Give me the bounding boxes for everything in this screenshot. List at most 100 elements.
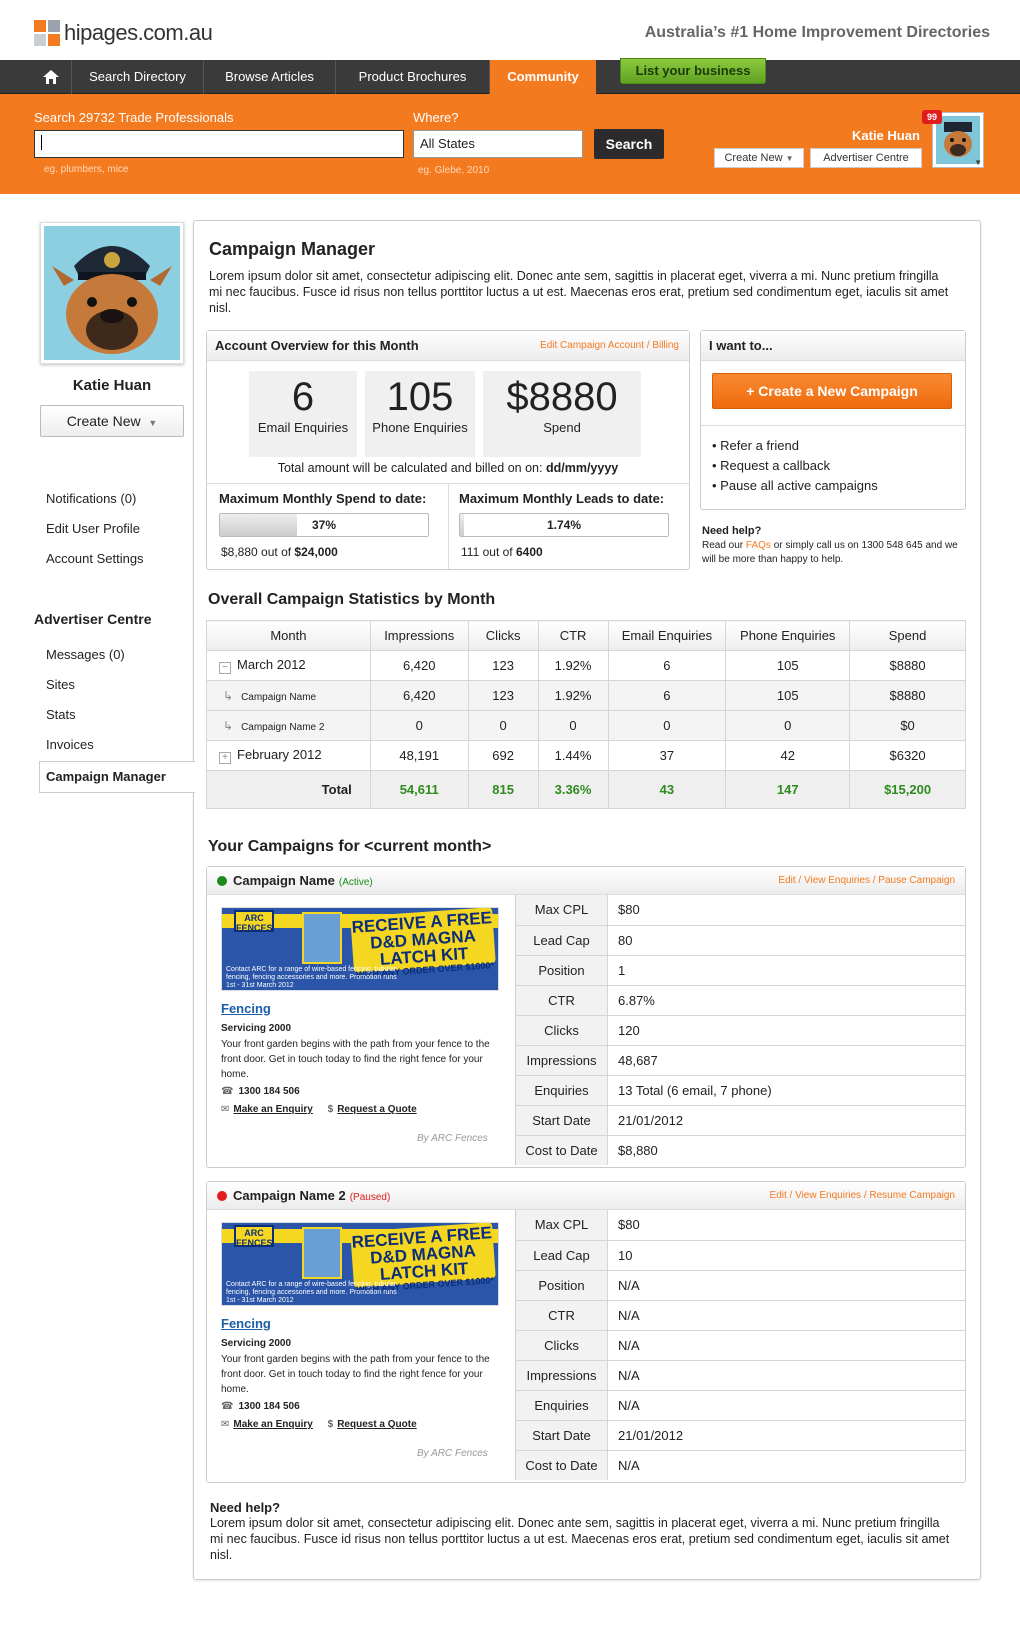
detail-value: 80 bbox=[607, 925, 966, 956]
stats-title: Overall Campaign Statistics by Month bbox=[208, 591, 496, 608]
ad-links: ✉ Make an Enquiry $ Request a Quote bbox=[221, 1419, 429, 1430]
campaign-actions-link[interactable]: Edit / View Enquiries / Resume Campaign bbox=[770, 1190, 955, 1201]
stat-spend: $8880 Spend bbox=[483, 371, 641, 457]
ad-title-link[interactable]: Fencing bbox=[221, 1316, 271, 1331]
spend-percent: 37% bbox=[311, 518, 337, 532]
leads-current: 111 bbox=[461, 545, 480, 559]
search-button[interactable]: Search bbox=[594, 129, 664, 159]
leads-title: Maximum Monthly Leads to date: bbox=[459, 491, 665, 506]
collapse-icon[interactable]: − bbox=[219, 662, 231, 674]
col-header[interactable]: Impressions bbox=[369, 620, 469, 651]
stat-value: 6 bbox=[291, 375, 315, 419]
create-campaign-button[interactable]: + Create a New Campaign bbox=[712, 373, 952, 409]
make-enquiry-link[interactable]: Make an Enquiry bbox=[233, 1419, 312, 1430]
stat-label: Email Enquiries bbox=[257, 420, 349, 435]
cell: 1.44% bbox=[537, 740, 609, 771]
sidebar-item-messages[interactable]: Messages (0) bbox=[46, 647, 125, 662]
nav-browse-articles[interactable]: Browse Articles bbox=[204, 60, 336, 94]
col-header[interactable]: Phone Enquiries bbox=[725, 620, 851, 651]
ad-links: ✉ Make an Enquiry $ Request a Quote bbox=[221, 1104, 429, 1115]
sidebar-item-notifications[interactable]: Notifications (0) bbox=[46, 491, 136, 506]
cell: 105 bbox=[725, 680, 851, 711]
nav-home[interactable] bbox=[30, 60, 72, 94]
campaign-header: Campaign Name (Active) Edit / View Enquir… bbox=[207, 867, 965, 895]
detail-key: Enquiries bbox=[515, 1390, 608, 1421]
advertiser-centre-heading: Advertiser Centre bbox=[34, 611, 152, 627]
detail-row: Max CPL $80 bbox=[515, 895, 966, 926]
detail-key: Start Date bbox=[515, 1105, 608, 1136]
spend-amount: $8,880 out of $24,000 bbox=[221, 545, 338, 559]
cell: 0 bbox=[369, 710, 469, 741]
table-row: − March 2012 6,420 123 1.92% 6 105 $8880 bbox=[206, 650, 966, 681]
month-name: March 2012 bbox=[237, 657, 306, 672]
col-header[interactable]: Clicks bbox=[467, 620, 539, 651]
col-header[interactable]: CTR bbox=[537, 620, 609, 651]
sidebar-item-account-settings[interactable]: Account Settings bbox=[46, 551, 144, 566]
request-quote-link[interactable]: Request a Quote bbox=[337, 1419, 416, 1430]
detail-row: Lead Cap 10 bbox=[515, 1240, 966, 1271]
nav-community[interactable]: Community bbox=[490, 60, 596, 94]
make-enquiry-link[interactable]: Make an Enquiry bbox=[233, 1104, 312, 1115]
user-name[interactable]: Katie Huan bbox=[852, 128, 920, 143]
sidebar-create-new-button[interactable]: Create New ▼ bbox=[40, 405, 184, 437]
detail-value: 21/01/2012 bbox=[607, 1420, 966, 1451]
site-logo[interactable]: hipages.com.au bbox=[34, 18, 213, 48]
refer-friend-link[interactable]: • Refer a friend bbox=[712, 438, 799, 453]
phone-icon: ☎ bbox=[221, 1401, 234, 1412]
where-input[interactable]: All States bbox=[413, 130, 583, 158]
pause-campaigns-link[interactable]: • Pause all active campaigns bbox=[712, 478, 878, 493]
campaigns-title: Your Campaigns for <current month> bbox=[208, 838, 492, 855]
notification-badge[interactable]: 99 bbox=[922, 110, 942, 124]
site-tagline: Australia’s #1 Home Improvement Director… bbox=[644, 24, 990, 41]
chevron-down-icon: ▼ bbox=[148, 418, 158, 428]
leads-amount: 111 out of 6400 bbox=[461, 545, 543, 559]
home-icon bbox=[42, 70, 59, 84]
detail-value: N/A bbox=[607, 1390, 966, 1421]
nav-search-directory[interactable]: Search Directory bbox=[72, 60, 204, 94]
nav-product-brochures[interactable]: Product Brochures bbox=[336, 60, 490, 94]
stat-value: 105 bbox=[386, 375, 454, 419]
campaign-name[interactable]: Campaign Name 2 bbox=[241, 722, 324, 733]
sidebar-item-sites[interactable]: Sites bbox=[46, 677, 75, 692]
phone-number: 1300 184 506 bbox=[238, 1401, 300, 1412]
sidebar-create-new-label: Create New bbox=[66, 413, 141, 429]
detail-row: CTR 6.87% bbox=[515, 985, 966, 1016]
advertiser-centre-button[interactable]: Advertiser Centre bbox=[810, 148, 922, 168]
dollar-icon: $ bbox=[327, 1104, 334, 1115]
sidebar-item-edit-profile[interactable]: Edit User Profile bbox=[46, 521, 140, 536]
detail-value: $80 bbox=[607, 1210, 966, 1241]
search-hint: eg. plumbers, mice bbox=[44, 164, 129, 175]
col-header[interactable]: Email Enquiries bbox=[607, 620, 727, 651]
request-callback-link[interactable]: • Request a callback bbox=[712, 458, 830, 473]
ad-title-link[interactable]: Fencing bbox=[221, 1001, 271, 1016]
detail-row: Max CPL $80 bbox=[515, 1210, 966, 1241]
campaign-actions-link[interactable]: Edit / View Enquiries / Pause Campaign bbox=[778, 875, 955, 886]
create-new-button[interactable]: Create New ▼ bbox=[714, 148, 804, 168]
month-name: February 2012 bbox=[237, 747, 322, 762]
phone-icon: ☎ bbox=[221, 1086, 234, 1097]
sidebar-item-invoices[interactable]: Invoices bbox=[46, 737, 94, 752]
account-overview-title: Account Overview for this Month bbox=[215, 338, 419, 353]
edit-billing-link[interactable]: Edit Campaign Account / Billing bbox=[540, 340, 679, 351]
campaign-name[interactable]: Campaign Name bbox=[241, 692, 316, 703]
avatar-dropdown-icon[interactable]: ▼ bbox=[974, 158, 982, 167]
detail-row: Position N/A bbox=[515, 1270, 966, 1301]
col-header[interactable]: Spend bbox=[849, 620, 966, 651]
bulldog-portrait-icon bbox=[44, 226, 180, 360]
detail-key: Lead Cap bbox=[515, 1240, 608, 1271]
expand-icon[interactable]: + bbox=[219, 752, 231, 764]
main-nav: Search Directory Browse Articles Product… bbox=[0, 60, 1020, 94]
sidebar-item-stats[interactable]: Stats bbox=[46, 707, 76, 722]
sidebar-item-campaign-manager[interactable]: Campaign Manager bbox=[39, 761, 195, 793]
list-business-button[interactable]: List your business bbox=[620, 58, 766, 84]
search-input[interactable] bbox=[34, 130, 404, 158]
spend-out-of: out of bbox=[261, 545, 292, 559]
ad-description: Your front garden begins with the path f… bbox=[221, 1039, 490, 1080]
request-quote-link[interactable]: Request a Quote bbox=[337, 1104, 416, 1115]
faqs-link[interactable]: FAQs bbox=[746, 540, 771, 551]
cell: 6,420 bbox=[369, 680, 469, 711]
where-hint: eg. Glebe, 2010 bbox=[418, 165, 490, 176]
col-header[interactable]: Month bbox=[206, 620, 371, 651]
billing-prefix: Total amount will be calculated and bill… bbox=[277, 461, 543, 475]
leads-out-of: out of bbox=[482, 545, 513, 559]
